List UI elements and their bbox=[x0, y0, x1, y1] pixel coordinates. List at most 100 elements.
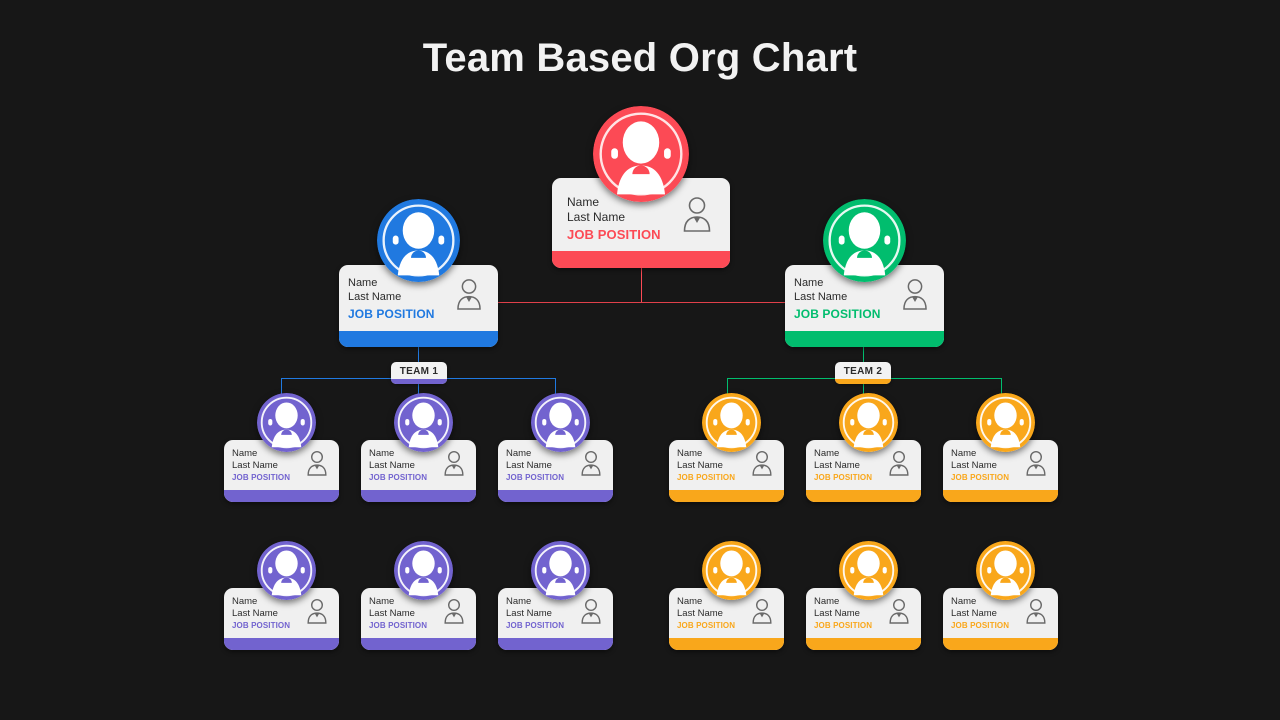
person-last-name: Last Name bbox=[677, 460, 723, 471]
person-last-name: Last Name bbox=[232, 608, 278, 619]
person-first-name: Name bbox=[567, 195, 600, 209]
person-job-position: JOB POSITION bbox=[814, 621, 873, 630]
person-last-name: Last Name bbox=[814, 460, 860, 471]
person-badge-icon bbox=[305, 450, 329, 481]
person-first-name: Name bbox=[232, 596, 258, 607]
person-last-name: Last Name bbox=[677, 608, 723, 619]
person-badge-icon bbox=[579, 598, 603, 629]
person-badge-icon bbox=[1024, 450, 1048, 481]
person-last-name: Last Name bbox=[794, 291, 848, 303]
connector-root-vertical bbox=[641, 268, 642, 303]
person-badge-icon bbox=[579, 450, 603, 481]
person-first-name: Name bbox=[677, 596, 703, 607]
avatar-icon bbox=[702, 393, 761, 452]
person-badge-icon bbox=[1024, 598, 1048, 629]
avatar-icon bbox=[394, 541, 453, 600]
card-accent-bar bbox=[785, 331, 944, 347]
card-accent-bar bbox=[224, 638, 339, 650]
person-job-position: JOB POSITION bbox=[794, 307, 881, 321]
person-job-position: JOB POSITION bbox=[232, 473, 291, 482]
person-first-name: Name bbox=[506, 596, 532, 607]
avatar-icon bbox=[976, 541, 1035, 600]
person-first-name: Name bbox=[951, 448, 977, 459]
avatar-icon bbox=[257, 541, 316, 600]
person-first-name: Name bbox=[951, 596, 977, 607]
avatar-icon bbox=[839, 393, 898, 452]
person-job-position: JOB POSITION bbox=[677, 621, 736, 630]
avatar-icon bbox=[593, 106, 689, 202]
person-first-name: Name bbox=[814, 448, 840, 459]
card-accent-bar bbox=[361, 490, 476, 502]
avatar-icon bbox=[976, 393, 1035, 452]
avatar-icon bbox=[531, 541, 590, 600]
team-label-text: TEAM 1 bbox=[399, 366, 439, 377]
card-accent-bar bbox=[339, 331, 498, 347]
person-badge-icon bbox=[680, 196, 714, 237]
page-title: Team Based Org Chart bbox=[422, 36, 858, 80]
avatar-icon bbox=[531, 393, 590, 452]
card-accent-bar bbox=[552, 251, 730, 268]
person-last-name: Last Name bbox=[951, 460, 997, 471]
avatar-icon bbox=[702, 541, 761, 600]
connector-green-vertical bbox=[863, 347, 864, 363]
person-last-name: Last Name bbox=[369, 608, 415, 619]
team-label-team-1[interactable]: TEAM 1 bbox=[391, 362, 447, 384]
person-job-position: JOB POSITION bbox=[232, 621, 291, 630]
person-job-position: JOB POSITION bbox=[951, 473, 1010, 482]
person-first-name: Name bbox=[794, 277, 824, 289]
person-job-position: JOB POSITION bbox=[567, 227, 661, 242]
team-label-team-2[interactable]: TEAM 2 bbox=[835, 362, 891, 384]
avatar-icon bbox=[377, 199, 460, 282]
person-last-name: Last Name bbox=[567, 210, 626, 224]
card-accent-bar bbox=[943, 638, 1058, 650]
card-accent-bar bbox=[361, 638, 476, 650]
person-badge-icon bbox=[887, 450, 911, 481]
person-last-name: Last Name bbox=[506, 460, 552, 471]
person-first-name: Name bbox=[369, 448, 395, 459]
person-job-position: JOB POSITION bbox=[506, 621, 565, 630]
person-badge-icon bbox=[454, 278, 484, 315]
person-last-name: Last Name bbox=[814, 608, 860, 619]
card-accent-bar bbox=[498, 490, 613, 502]
team-label-accent bbox=[391, 379, 447, 384]
avatar-icon bbox=[257, 393, 316, 452]
card-accent-bar bbox=[224, 490, 339, 502]
card-accent-bar bbox=[669, 490, 784, 502]
person-last-name: Last Name bbox=[951, 608, 997, 619]
connector-blue-vertical bbox=[418, 347, 419, 363]
card-accent-bar bbox=[806, 490, 921, 502]
person-last-name: Last Name bbox=[232, 460, 278, 471]
avatar-icon bbox=[394, 393, 453, 452]
person-last-name: Last Name bbox=[348, 291, 402, 303]
avatar-icon bbox=[823, 199, 906, 282]
person-last-name: Last Name bbox=[506, 608, 552, 619]
person-badge-icon bbox=[305, 598, 329, 629]
avatar-icon bbox=[839, 541, 898, 600]
person-last-name: Last Name bbox=[369, 460, 415, 471]
person-badge-icon bbox=[887, 598, 911, 629]
person-job-position: JOB POSITION bbox=[951, 621, 1010, 630]
person-job-position: JOB POSITION bbox=[506, 473, 565, 482]
person-first-name: Name bbox=[348, 277, 378, 289]
person-first-name: Name bbox=[232, 448, 258, 459]
person-job-position: JOB POSITION bbox=[369, 473, 428, 482]
person-badge-icon bbox=[442, 598, 466, 629]
person-badge-icon bbox=[750, 450, 774, 481]
team-label-text: TEAM 2 bbox=[843, 366, 883, 377]
card-accent-bar bbox=[806, 638, 921, 650]
person-badge-icon bbox=[750, 598, 774, 629]
person-first-name: Name bbox=[506, 448, 532, 459]
team-label-accent bbox=[835, 379, 891, 384]
connector-red-bus bbox=[498, 302, 786, 303]
person-job-position: JOB POSITION bbox=[814, 473, 873, 482]
org-chart-canvas: Team Based Org Chart TEAM 1 TEAM 2 Name … bbox=[0, 0, 1280, 720]
person-first-name: Name bbox=[369, 596, 395, 607]
card-accent-bar bbox=[498, 638, 613, 650]
person-job-position: JOB POSITION bbox=[369, 621, 428, 630]
person-job-position: JOB POSITION bbox=[348, 307, 435, 321]
card-accent-bar bbox=[943, 490, 1058, 502]
card-accent-bar bbox=[669, 638, 784, 650]
person-badge-icon bbox=[442, 450, 466, 481]
person-job-position: JOB POSITION bbox=[677, 473, 736, 482]
person-badge-icon bbox=[900, 278, 930, 315]
